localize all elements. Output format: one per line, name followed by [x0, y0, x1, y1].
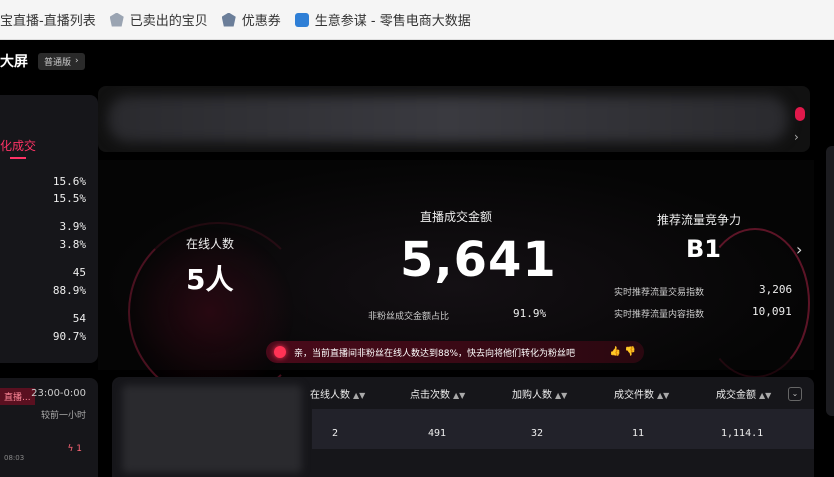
bookmark-sold-items[interactable]: 已卖出的宝贝 — [109, 10, 208, 29]
column-label: 成交金额 — [716, 390, 756, 401]
rec-trade-index-label: 实时推荐流量交易指数 — [614, 288, 705, 298]
sort-icon: ▲▼ — [657, 391, 670, 400]
cell-orders: 11 — [632, 428, 645, 439]
notification-dot — [795, 107, 805, 121]
column-header-amount[interactable]: 成交金额 ▲▼ — [716, 386, 771, 401]
bookmarks-bar: 宝直播-直播列表 已卖出的宝贝 优惠券 生意参谋 - 零售电商大数据 — [0, 0, 834, 40]
right-side-panel — [826, 146, 834, 416]
bookmark-label: 已卖出的宝贝 — [129, 14, 208, 29]
chevron-down-icon[interactable]: ⌄ — [788, 387, 802, 401]
sort-icon: ▲▼ — [453, 391, 466, 400]
alert-icon — [274, 346, 286, 358]
column-label: 点击次数 — [410, 390, 450, 401]
metric-value: 3.9% — [59, 220, 87, 233]
sort-icon: ▲▼ — [759, 391, 772, 400]
gmv-value: 5,641 — [400, 232, 557, 288]
metric-value: 15.5% — [52, 192, 86, 205]
dashboard-header: 大屏 普通版 › — [0, 40, 834, 82]
top-banner[interactable] — [98, 86, 810, 152]
rec-trade-index-value: 3,206 — [759, 283, 793, 296]
version-label: 普通版 — [44, 57, 72, 68]
bookmark-label: 生意参谋 - 零售电商大数据 — [314, 14, 471, 29]
bookmark-coupons[interactable]: 优惠券 — [221, 10, 281, 29]
online-users-value: 5人 — [186, 263, 234, 296]
shopping-cart-icon — [109, 12, 124, 27]
lightning-icon: ϟ — [67, 444, 77, 454]
cell-clicks: 491 — [428, 428, 447, 439]
column-label: 在线人数 — [310, 390, 350, 401]
feedback-buttons: 👍 👎 — [610, 347, 636, 357]
canon-icon — [294, 12, 309, 27]
cell-add-cart: 32 — [531, 428, 544, 439]
trend-value: 1 — [76, 444, 82, 454]
fan-conversion-tip: 亲，当前直播间非粉丝在线人数达到88%，快去向将他们转化为粉丝吧 👍 👎 — [266, 341, 644, 363]
metric-value: 45 — [72, 266, 86, 279]
bookmark-label: 优惠券 — [241, 14, 281, 29]
metric-value: 15.6% — [52, 175, 86, 188]
column-header-clicks[interactable]: 点击次数 ▲▼ — [410, 386, 465, 401]
chevron-right-icon: › — [75, 56, 79, 66]
tab-conversion[interactable]: 化成交 — [0, 137, 36, 154]
column-header-online[interactable]: 在线人数 ▲▼ — [310, 386, 365, 401]
online-users-label: 在线人数 — [186, 237, 235, 251]
thumbs-up-icon[interactable]: 👍 — [610, 347, 621, 357]
nonfan-gmv-value: 91.9% — [513, 307, 547, 320]
column-header-add-cart[interactable]: 加购人数 ▲▼ — [512, 386, 567, 401]
timestamp: 08:03 — [4, 454, 25, 462]
version-switch[interactable]: 普通版 › — [38, 52, 85, 70]
page-title: 大屏 — [0, 54, 28, 70]
time-range[interactable]: 23:00-0:00 — [31, 388, 86, 399]
rank-value: B1 — [686, 235, 721, 263]
sort-icon: ▲▼ — [555, 391, 568, 400]
rank-label: 推荐流量竞争力 — [657, 213, 742, 227]
tab-underline — [10, 157, 26, 159]
sort-icon: ▲▼ — [353, 391, 366, 400]
bookmark-live-list[interactable]: 宝直播-直播列表 — [0, 10, 96, 29]
column-header-orders[interactable]: 成交件数 ▲▼ — [614, 386, 669, 401]
thumbs-down-icon[interactable]: 👎 — [625, 347, 636, 357]
compare-label: 较前一小时 — [40, 411, 86, 421]
left-time-panel: 直播... 23:00-0:00 较前一小时 ϟ 1 08:03 — [0, 378, 98, 477]
cell-online: 2 — [332, 428, 339, 439]
column-label: 成交件数 — [614, 390, 654, 401]
metric-value: 3.8% — [59, 238, 87, 251]
shopping-bag-icon — [221, 12, 236, 27]
tip-text: 亲，当前直播间非粉丝在线人数达到88%，快去向将他们转化为粉丝吧 — [294, 348, 576, 359]
trend-indicator: ϟ 1 — [67, 444, 82, 454]
cell-amount: 1,114.1 — [721, 428, 764, 439]
nonfan-gmv-label: 非粉丝成交金额占比 — [368, 312, 450, 322]
metric-value: 88.9% — [52, 284, 86, 297]
blurred-product — [122, 385, 302, 473]
column-label: 加购人数 — [512, 390, 552, 401]
metric-value: 54 — [72, 312, 86, 325]
rec-content-index-value: 10,091 — [752, 305, 792, 318]
chevron-right-icon[interactable]: › — [796, 240, 802, 259]
blurred-content — [108, 96, 788, 142]
left-conversion-panel: 化成交 15.6% 15.5% 3.9% 3.8% 45 88.9% 54 90… — [0, 95, 98, 363]
rec-content-index-label: 实时推荐流量内容指数 — [614, 310, 705, 320]
bookmark-business-advisor[interactable]: 生意参谋 - 零售电商大数据 — [294, 10, 471, 29]
chevron-right-icon[interactable]: › — [794, 130, 799, 144]
metric-value: 90.7% — [52, 330, 86, 343]
bookmark-label: 宝直播-直播列表 — [0, 14, 96, 29]
gmv-label: 直播成交金额 — [420, 210, 493, 224]
live-badge: 直播... — [0, 388, 35, 405]
